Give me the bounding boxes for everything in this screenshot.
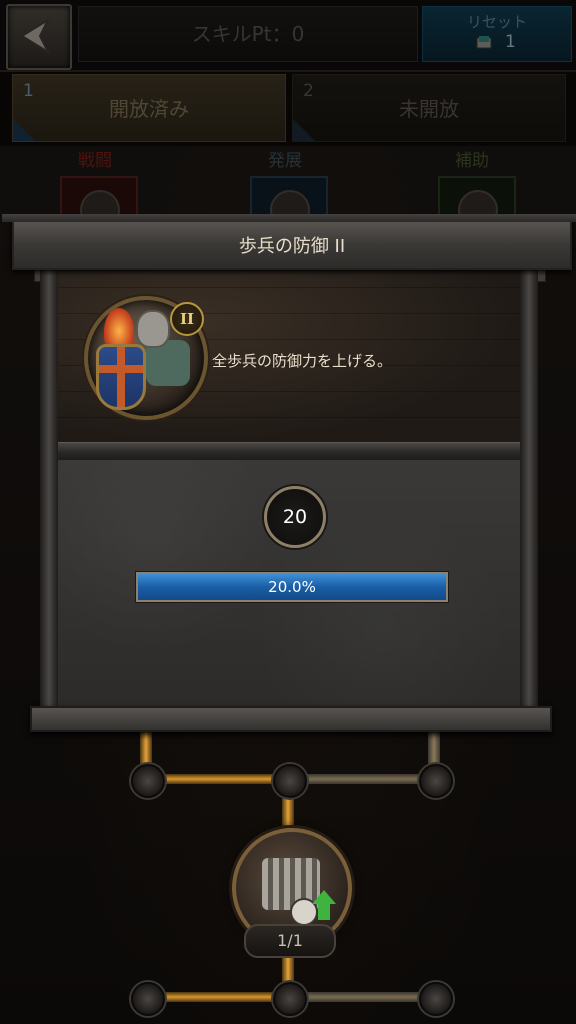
upgrade-arrow-icon	[312, 890, 336, 904]
tree-pipe	[146, 992, 288, 1002]
required-level: 20	[264, 486, 326, 548]
skill-description: 全歩兵の防御力を上げる。	[212, 352, 393, 370]
progress-bar: 20.0%	[136, 572, 448, 602]
tree-joint	[131, 982, 165, 1016]
tree-pipe	[288, 992, 434, 1002]
node-level-count: 1/1	[244, 924, 336, 958]
tree-pipe	[146, 774, 288, 784]
popup-footer	[30, 706, 552, 732]
soldier-helmet	[136, 310, 170, 348]
popup-divider	[58, 442, 520, 462]
popup-pillar-right	[520, 270, 538, 712]
tree-pipe	[288, 774, 434, 784]
tree-joint	[273, 982, 307, 1016]
progress-text: 20.0%	[268, 578, 316, 596]
skill-tier-badge: II	[170, 302, 204, 336]
shield-cross	[99, 365, 143, 373]
popup-title: 歩兵の防御 II	[238, 236, 346, 257]
upgrade-arrow-stem	[318, 904, 330, 920]
tree-joint	[131, 764, 165, 798]
tree-joint	[419, 764, 453, 798]
tree-joint	[419, 982, 453, 1016]
shield-icon	[96, 344, 146, 410]
tree-joint	[273, 764, 307, 798]
popup-header: 歩兵の防御 II	[2, 214, 576, 270]
shield-cross	[117, 347, 125, 407]
popup-pillar-left	[40, 270, 58, 712]
